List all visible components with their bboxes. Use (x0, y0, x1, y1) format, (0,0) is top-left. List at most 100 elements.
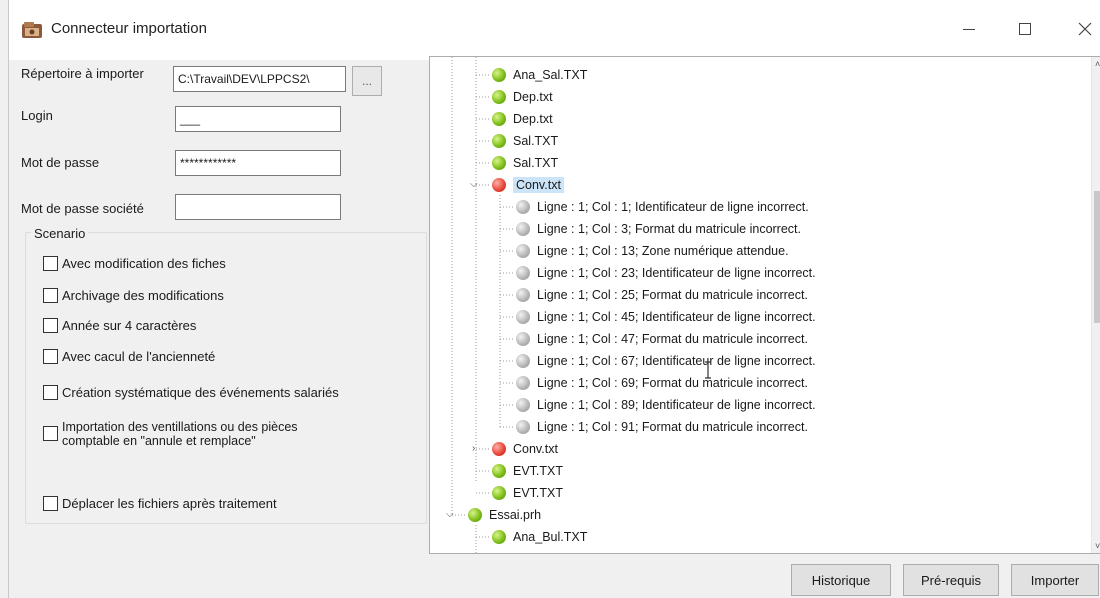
option-label: Année sur 4 caractères (62, 318, 197, 333)
tree-node-error-detail[interactable]: Ligne : 1; Col : 3; Format du matricule … (516, 218, 801, 240)
checkbox[interactable] (43, 318, 58, 333)
checkbox[interactable] (43, 288, 58, 303)
tree-node-error-detail[interactable]: Ligne : 1; Col : 89; Identificateur de l… (516, 394, 816, 416)
status-info-icon (516, 420, 530, 434)
maximize-button[interactable] (1005, 14, 1045, 44)
node-label: Ana_Sal.TXT (513, 68, 588, 82)
status-info-icon (516, 310, 530, 324)
node-label: Sal.TXT (513, 134, 559, 148)
status-info-icon (516, 398, 530, 412)
tree-node-error-detail[interactable]: Ligne : 1; Col : 67; Identificateur de l… (516, 350, 816, 372)
checkbox[interactable] (43, 385, 58, 400)
directory-label: Répertoire à importer (21, 66, 144, 81)
tree-node-error-detail[interactable]: Ligne : 1; Col : 13; Zone numérique atte… (516, 240, 789, 262)
tree-node-error-detail[interactable]: Ligne : 1; Col : 45; Identificateur de l… (516, 306, 816, 328)
node-label: Dep.txt (513, 112, 553, 126)
minimize-button[interactable] (949, 14, 989, 44)
browse-button[interactable]: ... (352, 66, 382, 96)
status-ok-icon (492, 464, 506, 478)
window-title: Connecteur importation (51, 20, 207, 37)
node-label: Ligne : 1; Col : 67; Identificateur de l… (537, 354, 816, 368)
option-label: Archivage des modifications (62, 288, 224, 303)
status-info-icon (516, 376, 530, 390)
option-label: Déplacer les fichiers après traitement (62, 496, 277, 511)
status-info-icon (516, 332, 530, 346)
tree-node-selected[interactable]: Conv.txt (492, 174, 564, 196)
option-four-digit-year[interactable]: Année sur 4 caractères (43, 318, 196, 334)
tree-node-error-detail[interactable]: Ligne : 1; Col : 23; Identificateur de l… (516, 262, 816, 284)
status-ok-icon (492, 486, 506, 500)
tree-node-error-detail[interactable]: Ligne : 1; Col : 91; Format du matricule… (516, 416, 808, 438)
minimize-icon (963, 28, 975, 30)
option-label: Importation des ventillations ou des piè… (62, 420, 298, 448)
tree-node-error-detail[interactable]: Ligne : 1; Col : 69; Format du matricule… (516, 372, 808, 394)
tree-node[interactable]: Essai.prh (468, 504, 541, 526)
chevron-right-icon[interactable]: › (472, 443, 475, 454)
tree-node[interactable]: Ana_Bul.TXT (492, 526, 587, 548)
chevron-down-icon[interactable]: ⌵ (446, 509, 454, 520)
checkbox[interactable] (43, 426, 58, 441)
scroll-up-icon[interactable]: ˄ (1095, 59, 1100, 69)
scenario-legend: Scenario (31, 226, 89, 241)
status-info-icon (516, 222, 530, 236)
tree-node-error-detail[interactable]: Ligne : 1; Col : 25; Format du matricule… (516, 284, 808, 306)
mouse-cursor-icon (705, 361, 711, 379)
scroll-thumb[interactable] (1094, 191, 1100, 323)
app-icon (22, 22, 42, 38)
status-info-icon (516, 354, 530, 368)
option-move-files[interactable]: Déplacer les fichiers après traitement (43, 496, 277, 512)
tree-node[interactable]: EVT.TXT (492, 460, 563, 482)
directory-input[interactable]: C:\Travail\DEV\LPPCS2\ (173, 66, 346, 92)
tree-node[interactable]: Dep.txt (492, 108, 553, 130)
file-tree[interactable]: Ana_Sal.TXT Dep.txt Dep.txt Sal.TXT Sal.… (429, 56, 1100, 554)
import-button[interactable]: Importer (1011, 564, 1099, 596)
option-label: Avec cacul de l'ancienneté (62, 349, 216, 364)
option-modify-records[interactable]: Avec modification des fiches (43, 256, 226, 272)
option-archive-changes[interactable]: Archivage des modifications (43, 288, 224, 304)
node-label: Ligne : 1; Col : 23; Identificateur de l… (537, 266, 816, 280)
chevron-down-icon[interactable]: ⌵ (470, 179, 478, 190)
checkbox[interactable] (43, 349, 58, 364)
status-info-icon (516, 266, 530, 280)
tree-node-error-detail[interactable]: Ligne : 1; Col : 47; Format du matricule… (516, 328, 808, 350)
option-label: Création systématique des événements sal… (62, 385, 339, 400)
tree-node-error-detail[interactable]: Ligne : 1; Col : 1; Identificateur de li… (516, 196, 809, 218)
tree-node[interactable]: Sal.TXT (492, 130, 558, 152)
checkbox[interactable] (43, 496, 58, 511)
tree-node[interactable]: Dep.txt (492, 86, 553, 108)
password-input[interactable]: ************ (175, 150, 341, 176)
history-button[interactable]: Historique (791, 564, 891, 596)
tree-node[interactable]: Sal.TXT (492, 152, 558, 174)
node-label: Ligne : 1; Col : 69; Format du matricule… (537, 376, 808, 390)
option-label: Avec modification des fiches (62, 256, 226, 271)
scenario-group (25, 232, 427, 524)
node-label: Conv.txt (513, 442, 558, 456)
node-label: Essai.prh (489, 508, 542, 522)
option-import-replace[interactable]: Importation des ventillations ou des piè… (43, 420, 353, 448)
option-create-employee-events[interactable]: Création systématique des événements sal… (43, 385, 339, 401)
checkbox[interactable] (43, 256, 58, 271)
node-label: Ligne : 1; Col : 25; Format du matricule… (537, 288, 808, 302)
status-ok-icon (492, 156, 506, 170)
close-button[interactable] (1065, 14, 1100, 44)
status-ok-icon (492, 90, 506, 104)
node-label: Dep.txt (513, 90, 553, 104)
import-connector-window: Connecteur importation Répertoire à impo… (8, 0, 1100, 598)
tree-node[interactable]: EVT.TXT (492, 482, 563, 504)
tree-node[interactable]: Ana_Sal.TXT (492, 64, 587, 86)
status-info-icon (516, 200, 530, 214)
node-label: Ligne : 1; Col : 91; Format du matricule… (537, 420, 808, 434)
node-label: Ligne : 1; Col : 13; Zone numérique atte… (537, 244, 789, 258)
node-label: Conv.txt (513, 177, 564, 193)
vertical-scrollbar[interactable]: ˄ ˅ (1091, 57, 1100, 553)
login-label: Login (21, 108, 53, 123)
scroll-down-icon[interactable]: ˅ (1095, 541, 1100, 551)
login-input[interactable]: ___ (175, 106, 341, 132)
option-seniority-calc[interactable]: Avec cacul de l'ancienneté (43, 349, 215, 365)
tree-node[interactable]: Conv.txt (492, 438, 558, 460)
node-label: Ligne : 1; Col : 1; Identificateur de li… (537, 200, 809, 214)
company-password-input[interactable] (175, 194, 341, 220)
status-error-icon (492, 178, 506, 192)
node-label: Ligne : 1; Col : 89; Identificateur de l… (537, 398, 816, 412)
prerequisites-button[interactable]: Pré-requis (903, 564, 999, 596)
